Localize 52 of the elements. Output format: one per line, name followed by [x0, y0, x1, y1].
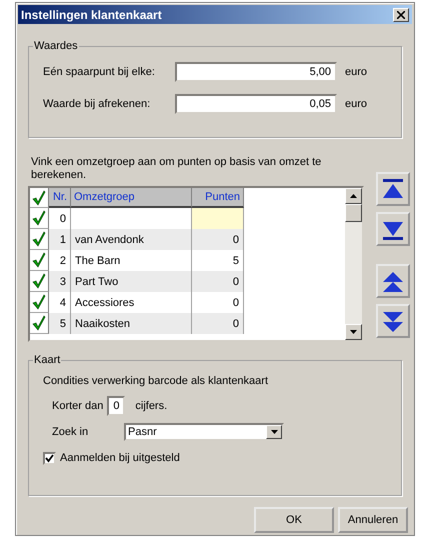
checkmark-icon[interactable] [32, 210, 46, 226]
table-cell: 1 [49, 229, 71, 250]
column-header[interactable]: Omzetgroep [71, 188, 192, 208]
group-title: Kaart [33, 354, 62, 366]
table-cell: Naaikosten [71, 313, 192, 334]
dropdown-arrow-icon[interactable] [270, 430, 278, 434]
column-header[interactable]: Punten [192, 188, 244, 208]
field-label: Korter dan [52, 400, 104, 412]
close-icon [397, 10, 405, 18]
input-field[interactable]: 0 [107, 396, 126, 416]
table-cell: 5 [49, 313, 71, 334]
move-button[interactable] [376, 304, 410, 338]
down-arrow-icon[interactable] [350, 330, 357, 334]
dialog-button[interactable]: Annuleren [338, 507, 408, 533]
checkmark-icon[interactable] [32, 294, 46, 310]
table-cell[interactable]: 0 [192, 313, 244, 334]
input-field[interactable]: 0,05 [175, 94, 337, 114]
move-button[interactable] [376, 212, 410, 246]
table-cell[interactable]: 0 [192, 229, 244, 250]
table-cell: van Avendonk [71, 229, 192, 250]
window-title: Instellingen klantenkaart [21, 8, 162, 22]
instruction-text: Vink een omzetgroep aan om punten op basis van omzet te berekenen. [31, 156, 322, 182]
field-label: Zoek in [52, 426, 90, 438]
dropdown[interactable]: Pasnr [124, 423, 284, 441]
move-button[interactable] [376, 264, 410, 298]
dialog-button[interactable]: OK [254, 507, 334, 533]
input-field[interactable]: 5,00 [175, 62, 337, 82]
checkmark-icon[interactable] [32, 190, 46, 206]
checkbox[interactable] [43, 452, 56, 464]
close-button[interactable] [393, 8, 409, 22]
unit-label: euro [345, 66, 368, 78]
move-to-top-icon [380, 178, 406, 200]
unit-label: euro [345, 98, 368, 110]
unit-label: cijfers. [135, 400, 168, 412]
table-cell[interactable] [192, 208, 244, 229]
scrollbar-thumb[interactable] [345, 204, 362, 222]
checkmark-icon[interactable] [32, 315, 46, 331]
checkmark-icon[interactable] [32, 231, 46, 247]
checkbox-label[interactable]: Aanmelden bij uitgesteld [60, 452, 180, 464]
table-cell[interactable]: 0 [192, 271, 244, 292]
field-label: Eén spaarpunt bij elke: [43, 66, 156, 78]
column-header[interactable]: Nr. [49, 188, 71, 208]
up-arrow-icon[interactable] [350, 194, 357, 198]
move-button[interactable] [376, 172, 410, 206]
checkmark-icon[interactable] [32, 273, 46, 289]
field-label: Waarde bij afrekenen: [43, 98, 152, 110]
group-title: Waardes [33, 40, 79, 52]
scrollbar[interactable] [345, 188, 362, 340]
description-text: Condities verwerking barcode als klantenkaart [43, 375, 270, 387]
table-cell: Part Two [71, 271, 192, 292]
table-cell: 3 [49, 271, 71, 292]
checkmark-icon[interactable] [32, 252, 46, 268]
